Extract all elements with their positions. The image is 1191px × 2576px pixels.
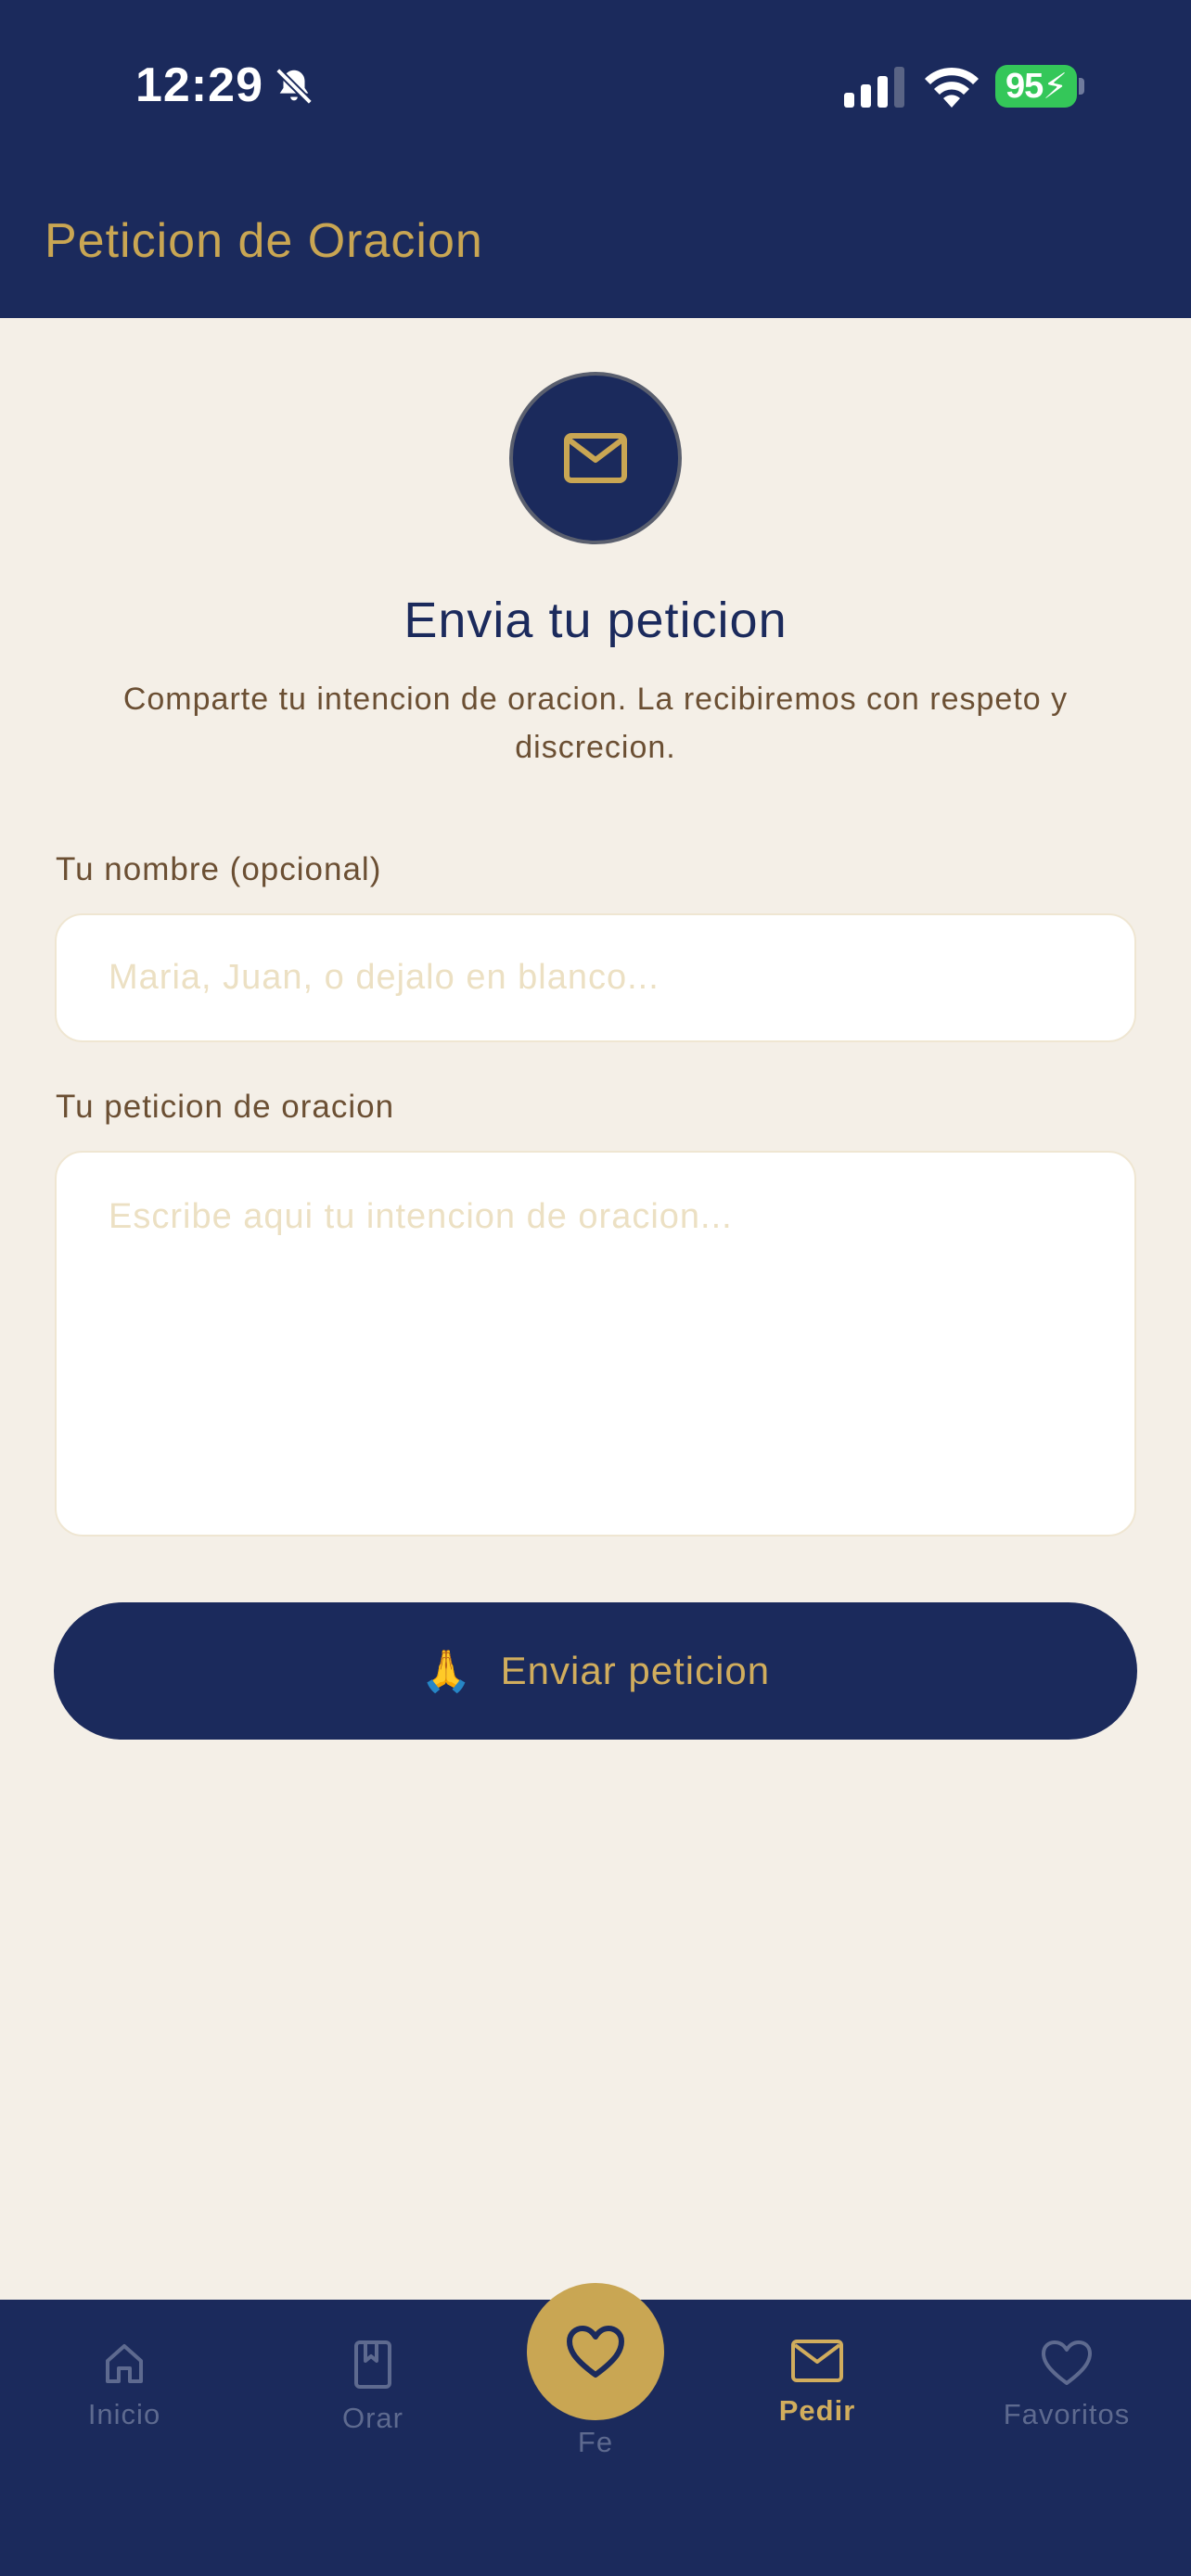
prayer-request-textarea[interactable] (55, 1151, 1136, 1537)
nav-label-fe: Fe (577, 2426, 614, 2458)
form-heading: Envia tu peticion (403, 593, 788, 648)
prayer-request-label: Tu peticion de oracion (56, 1089, 395, 1125)
nav-item-fe[interactable] (527, 2283, 664, 2420)
page-title: Peticion de Oracion (45, 214, 483, 268)
status-time: 12:29 (135, 58, 263, 112)
app-header (0, 0, 1191, 318)
nav-label-inicio: Inicio (87, 2398, 161, 2430)
battery-level: 95 (1005, 66, 1044, 106)
heart-icon (567, 2326, 624, 2378)
charging-bolt: ⚡ (1043, 67, 1068, 107)
nav-item-favoritos[interactable]: Favoritos (965, 2339, 1169, 2431)
name-field[interactable] (55, 913, 1136, 1042)
heart-outline-icon (1042, 2340, 1092, 2385)
envelope-icon (564, 433, 627, 483)
home-icon (106, 2344, 143, 2383)
nav-label-favoritos: Favoritos (1003, 2398, 1131, 2430)
book-icon (354, 2340, 391, 2389)
form-subtitle: Comparte tu intencion de oracion. La rec… (122, 682, 1069, 765)
nav-item-inicio[interactable]: Inicio (22, 2339, 226, 2431)
battery-nub (1079, 78, 1084, 95)
nav-item-pedir[interactable]: Pedir (715, 2339, 919, 2428)
nav-label-pedir: Pedir (778, 2394, 856, 2427)
nav-label-orar: Orar (342, 2402, 403, 2434)
envelope-icon (791, 2340, 843, 2382)
name-label: Tu nombre (opcional) (56, 851, 382, 887)
nav-item-orar[interactable]: Orar (271, 2339, 475, 2435)
wifi-icon (925, 67, 979, 108)
bell-slash-icon (275, 68, 313, 105)
send-request-label: Enviar peticion (500, 1649, 771, 1692)
hero-envelope-badge (509, 372, 682, 544)
battery-charging-icon: 95 ⚡ (995, 65, 1077, 108)
praying-hands-icon: 🙏 (420, 1649, 473, 1694)
send-request-button[interactable]: 🙏 Enviar peticion (54, 1602, 1137, 1740)
signal-icon (844, 67, 904, 108)
